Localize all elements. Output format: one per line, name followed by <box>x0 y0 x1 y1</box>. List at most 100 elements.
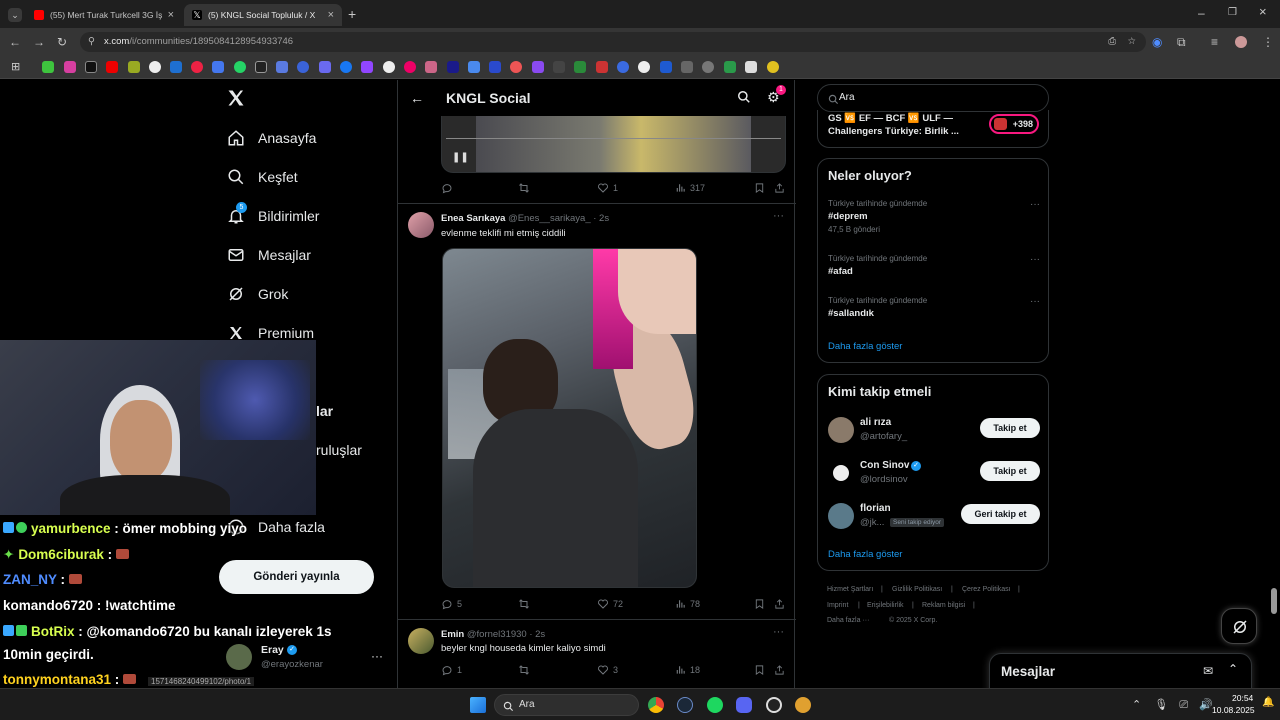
bookmark-icon[interactable] <box>64 61 76 73</box>
like-button[interactable]: 72 <box>597 598 623 610</box>
tab-list-icon[interactable]: ⌄ <box>8 8 22 22</box>
new-tab-icon[interactable]: + <box>348 7 356 21</box>
views-button[interactable]: 317 <box>675 182 705 193</box>
footer-link[interactable]: Çerez Politikası <box>962 586 1011 593</box>
trend-item[interactable]: Türkiye tarihinde gündemde #deprem 47,5 … <box>828 199 1040 243</box>
bookmark-icon[interactable] <box>149 61 161 73</box>
taskbar-search-input[interactable]: Ara <box>494 694 639 716</box>
more-dots-icon[interactable]: ··· <box>1030 199 1040 210</box>
clock-date[interactable]: 10.08.2025 <box>1212 705 1255 715</box>
bookmark-icon[interactable] <box>212 61 224 73</box>
share-icon[interactable] <box>774 664 789 676</box>
bookmark-icon[interactable] <box>681 61 693 73</box>
media-control-icon[interactable]: ≡ <box>1211 36 1218 48</box>
reply-button[interactable]: 5 <box>441 598 462 610</box>
footer-more-link[interactable]: Daha fazla ··· <box>827 617 869 624</box>
steam-icon[interactable] <box>677 697 693 713</box>
retweet-button[interactable] <box>518 182 534 194</box>
grok-float-button[interactable] <box>1221 608 1257 644</box>
menu-kebab-icon[interactable]: ⋮ <box>1262 36 1274 48</box>
bookmark-icon[interactable] <box>489 61 501 73</box>
obs-icon[interactable] <box>766 697 782 713</box>
share-icon[interactable] <box>774 598 789 610</box>
post-button[interactable]: Gönderi yayınla <box>219 560 374 594</box>
bookmark-icon[interactable] <box>754 598 769 610</box>
spotify-icon[interactable] <box>707 697 723 713</box>
profile-avatar-icon[interactable] <box>1235 36 1247 48</box>
back-icon[interactable]: ← <box>9 36 21 48</box>
footer-link[interactable]: Erişilebilirlik <box>867 602 904 609</box>
bookmark-icon[interactable] <box>340 61 352 73</box>
bookmark-icon[interactable] <box>85 61 97 73</box>
bookmark-icon[interactable] <box>297 61 309 73</box>
more-dots-icon[interactable]: ··· <box>773 210 784 222</box>
tweet-author-name[interactable]: Emin <box>441 629 464 640</box>
bookmark-icon[interactable] <box>660 61 672 73</box>
views-button[interactable]: 78 <box>675 598 700 609</box>
bookmark-icon[interactable] <box>255 61 267 73</box>
restore-icon[interactable]: ❐ <box>1228 7 1237 19</box>
avatar[interactable] <box>408 628 434 654</box>
pause-icon[interactable]: ❚❚ <box>452 152 469 163</box>
bookmark-icon[interactable] <box>191 61 203 73</box>
like-button[interactable]: 1 <box>597 182 618 194</box>
trend-item[interactable]: Türkiye tarihinde gündemde #afad ··· <box>828 254 1040 284</box>
messages-drawer[interactable]: Mesajlar ✉ ⌃ <box>989 653 1252 688</box>
share-icon[interactable] <box>774 182 789 194</box>
reply-button[interactable] <box>441 182 457 194</box>
extensions-puzzle-icon[interactable]: ⧉ <box>1177 36 1186 48</box>
chevron-up-icon[interactable]: ⌃ <box>1228 662 1238 676</box>
back-arrow-icon[interactable]: ← <box>410 90 424 106</box>
tweet-photo[interactable] <box>442 248 697 588</box>
apps-grid-icon[interactable]: ⊞ <box>11 61 23 73</box>
discord-icon[interactable] <box>736 697 752 713</box>
bookmark-icon[interactable] <box>596 61 608 73</box>
windows-start-icon[interactable] <box>470 697 486 713</box>
microphone-icon[interactable]: 🎙 <box>1154 699 1168 711</box>
more-dots-icon[interactable]: ··· <box>773 626 784 638</box>
views-button[interactable]: 18 <box>675 664 700 675</box>
sidebar-item-notifications[interactable]: 5 Bildirimler <box>226 202 319 229</box>
bookmark-icon[interactable] <box>128 61 140 73</box>
follow-button[interactable]: Takip et <box>980 418 1040 438</box>
tweet-time[interactable]: · 2s <box>593 213 609 224</box>
x-home-logo-icon[interactable] <box>226 88 248 110</box>
volume-icon[interactable]: 🔊 <box>1199 699 1213 711</box>
footer-link[interactable]: Reklam bilgisi <box>922 602 965 609</box>
chrome-icon[interactable] <box>648 697 664 713</box>
install-app-icon[interactable]: ⎙ <box>1108 32 1116 52</box>
bookmark-icon[interactable] <box>702 61 714 73</box>
bookmark-icon[interactable] <box>468 61 480 73</box>
close-icon[interactable]: × <box>168 9 174 21</box>
bookmark-icon[interactable] <box>276 61 288 73</box>
bookmark-icon[interactable] <box>553 61 565 73</box>
extension-icon[interactable]: ◉ <box>1152 36 1162 48</box>
bookmark-icon[interactable] <box>754 664 769 676</box>
show-more-link[interactable]: Daha fazla göster <box>828 341 902 352</box>
reload-icon[interactable]: ↻ <box>57 36 67 48</box>
bookmark-icon[interactable] <box>745 61 757 73</box>
tab-youtube[interactable]: (55) Mert Turak Turkcell 3G İşte × <box>26 4 182 26</box>
more-dots-icon[interactable]: ··· <box>371 649 383 663</box>
network-icon[interactable]: ⎚ <box>1179 699 1188 711</box>
retweet-button[interactable] <box>518 598 534 610</box>
video-player[interactable]: ❚❚ <box>441 116 786 173</box>
system-tray[interactable]: ⌃ 🎙 ⎚ 🔊 <box>1132 698 1213 712</box>
more-dots-icon[interactable]: ··· <box>1030 296 1040 307</box>
bookmark-icon[interactable] <box>425 61 437 73</box>
tweet-author-handle[interactable]: @Enes__sarikaya_ <box>508 213 591 224</box>
bookmark-icon[interactable] <box>574 61 586 73</box>
search-icon[interactable] <box>737 90 751 109</box>
follow-back-button[interactable]: Geri takip et <box>961 504 1040 524</box>
bookmark-icon[interactable] <box>319 61 331 73</box>
clock-time[interactable]: 20:54 <box>1232 693 1253 703</box>
bookmark-icon[interactable] <box>361 61 373 73</box>
close-window-icon[interactable]: × <box>1259 5 1267 18</box>
sidebar-item-bookmarks[interactable]: lar <box>316 398 333 424</box>
new-message-icon[interactable]: ✉ <box>1203 664 1213 678</box>
tweet-time[interactable]: · 2s <box>529 629 545 640</box>
bookmark-icon[interactable] <box>170 61 182 73</box>
scrollbar[interactable] <box>1271 588 1277 614</box>
bookmark-icon[interactable] <box>383 61 395 73</box>
bookmark-icon[interactable] <box>42 61 54 73</box>
